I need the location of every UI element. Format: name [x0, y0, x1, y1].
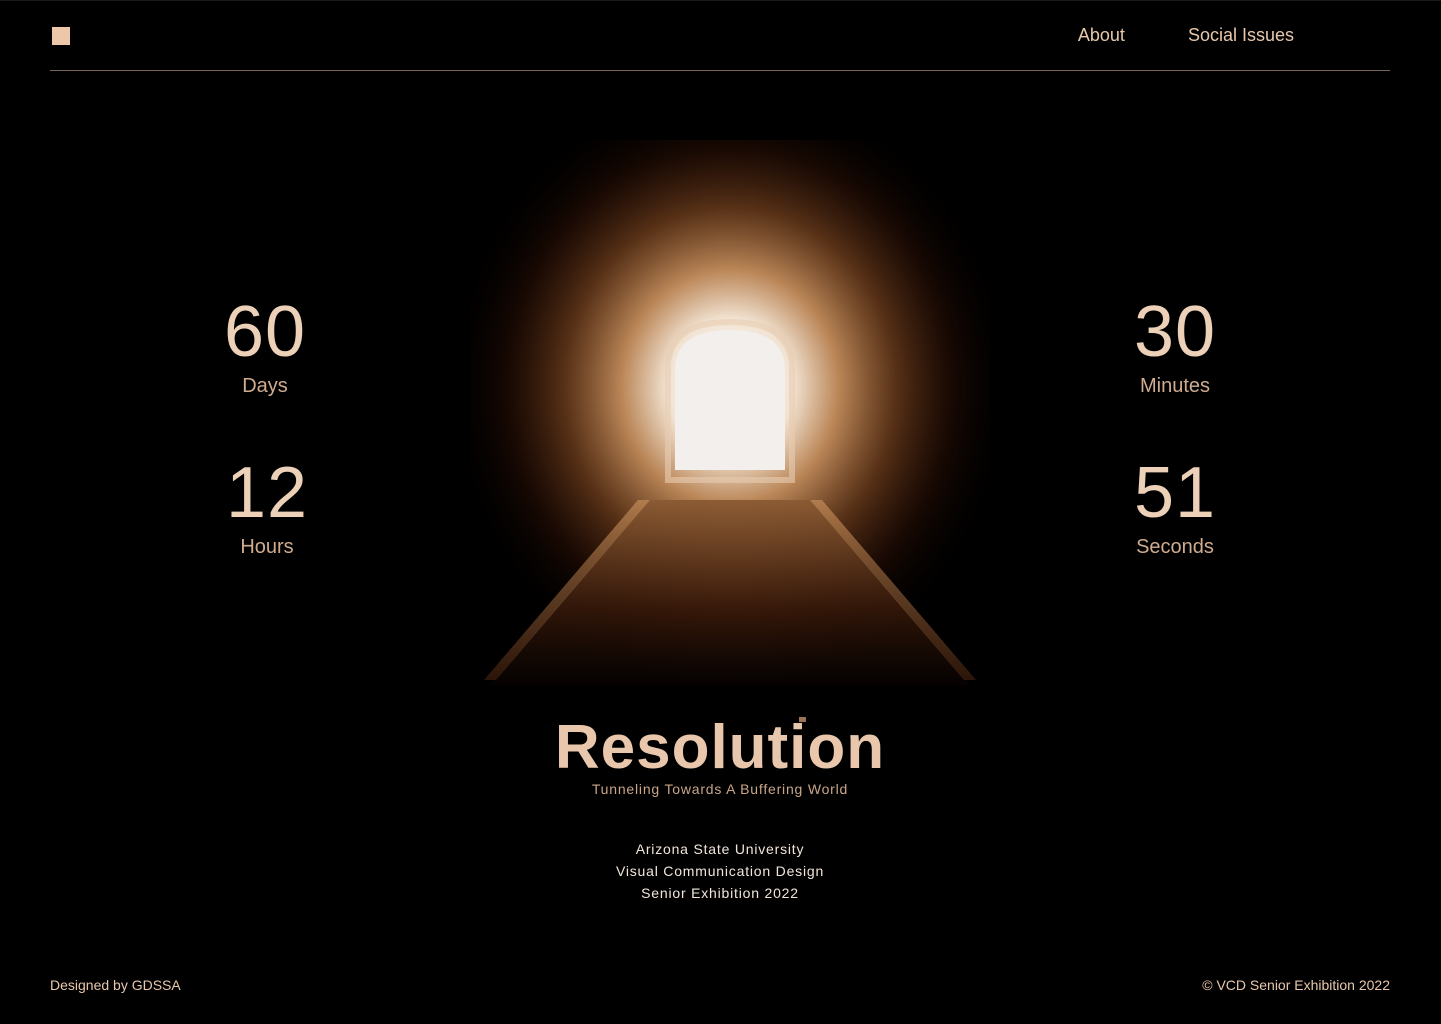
header-divider	[50, 70, 1390, 71]
footer-copyright: © VCD Senior Exhibition 2022	[1202, 977, 1390, 993]
hero-title-block: Resolution Tunneling Towards A Buffering…	[420, 712, 1020, 798]
countdown-days: 60 Days	[155, 296, 375, 398]
logo-square-icon[interactable]	[52, 27, 70, 45]
countdown-hours-value: 12	[225, 453, 309, 533]
countdown-hours: 12 Hours	[157, 457, 377, 559]
countdown-minutes-label: Minutes	[1139, 375, 1211, 397]
top-border	[0, 0, 1441, 1]
nav-link-social-issues[interactable]: Social Issues	[1188, 24, 1294, 46]
footer-credit: Designed by GDSSA	[50, 977, 181, 993]
exhibition-info: Arizona State University Visual Communic…	[470, 838, 970, 904]
hero-title: Resolution	[554, 713, 886, 782]
nav-link-about[interactable]: About	[1078, 24, 1125, 46]
countdown-seconds-label: Seconds	[1136, 536, 1214, 558]
countdown-minutes-value: 30	[1133, 292, 1217, 372]
countdown-hours-label: Hours	[240, 536, 294, 558]
title-accent-pixel	[799, 717, 806, 722]
countdown-seconds: 51 Seconds	[1065, 457, 1285, 559]
tunnel-opening	[675, 330, 785, 470]
countdown-days-value: 60	[223, 292, 307, 372]
info-line-university: Arizona State University	[635, 841, 805, 857]
countdown-minutes: 30 Minutes	[1065, 296, 1285, 398]
countdown-seconds-value: 51	[1133, 453, 1217, 533]
info-line-program: Visual Communication Design	[615, 863, 825, 879]
countdown-days-label: Days	[242, 375, 288, 397]
tunnel-light-illustration	[470, 140, 990, 700]
main-nav: About Social Issues	[1078, 24, 1294, 46]
info-line-event: Senior Exhibition 2022	[641, 885, 799, 901]
hero-subtitle: Tunneling Towards A Buffering World	[591, 781, 849, 797]
